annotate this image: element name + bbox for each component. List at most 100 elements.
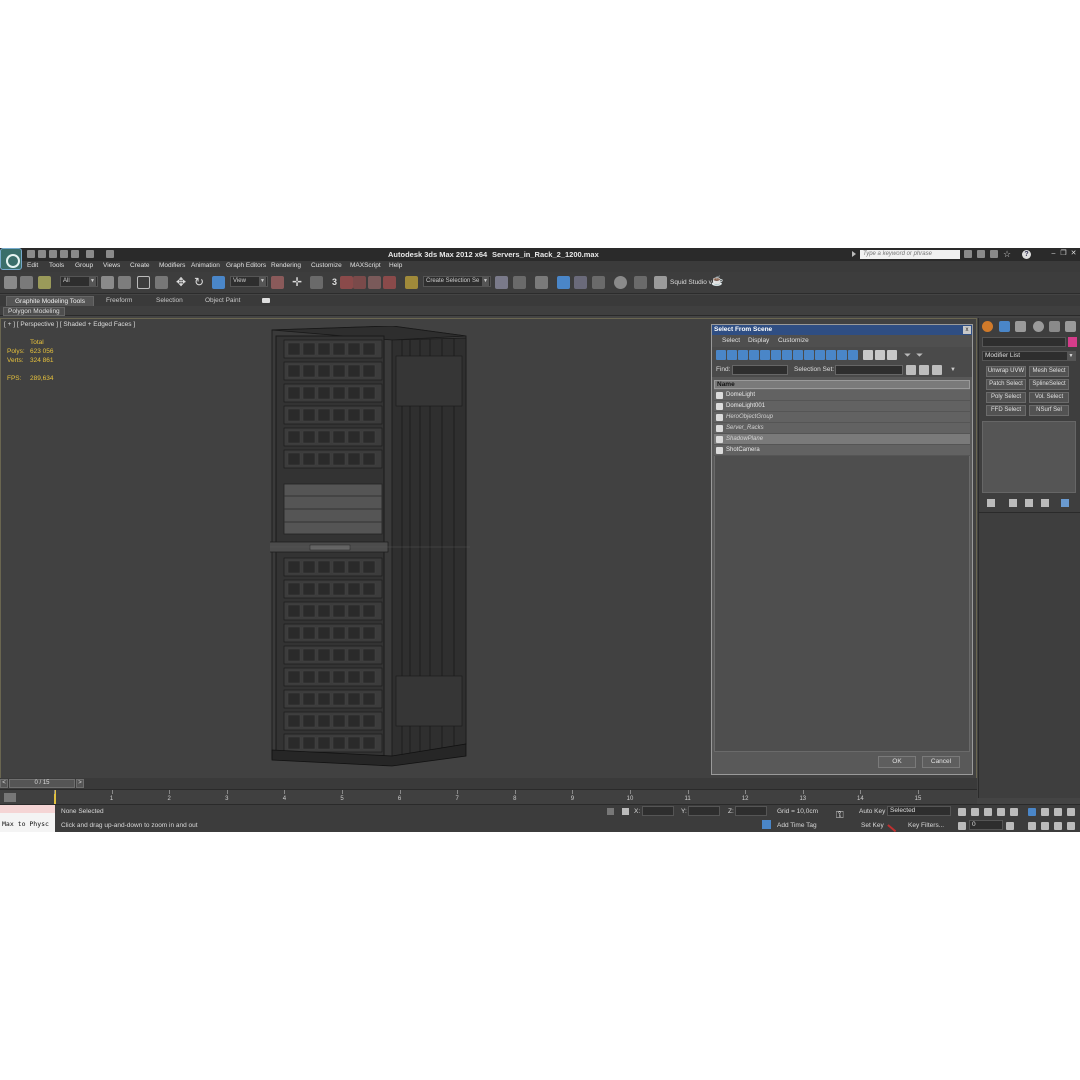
rectangular-selection-icon[interactable] xyxy=(137,276,150,289)
nsurf-sel-button[interactable]: NSurf Sel xyxy=(1029,405,1069,416)
auto-key-button[interactable]: Auto Key xyxy=(859,808,885,815)
dialog-title[interactable]: Select From Scene xyxy=(712,325,972,335)
time-tag-icon[interactable] xyxy=(762,820,771,829)
render-setup-icon[interactable] xyxy=(634,276,647,289)
help-search-input[interactable]: Type a keyword or phrase xyxy=(860,250,960,259)
name-column-header[interactable]: Name xyxy=(714,380,970,389)
tab-graphite-modeling-tools[interactable]: Graphite Modeling Tools xyxy=(6,296,94,306)
key-filters-button[interactable]: Key Filters... xyxy=(908,822,944,829)
scene-list-row[interactable]: DomeLight001 xyxy=(714,401,970,412)
prev-frame-icon[interactable] xyxy=(971,808,979,816)
display-xrefs-icon[interactable] xyxy=(793,350,803,360)
server-rack-model[interactable] xyxy=(270,326,470,768)
goto-end-icon[interactable] xyxy=(1010,808,1018,816)
layer-manager-icon[interactable] xyxy=(535,276,548,289)
pan-icon[interactable] xyxy=(1041,822,1049,830)
filter-options-icon[interactable]: ⏷ xyxy=(916,350,926,360)
display-containers-icon[interactable] xyxy=(815,350,825,360)
zoom-extents-icon[interactable] xyxy=(1054,808,1062,816)
search-expand-icon[interactable] xyxy=(852,251,856,257)
time-config-icon[interactable] xyxy=(1006,822,1014,830)
spinner-snap-icon[interactable] xyxy=(383,276,396,289)
select-manipulate-icon[interactable]: ✛ xyxy=(292,276,305,289)
move-icon[interactable]: ✥ xyxy=(176,276,189,289)
bind-space-warp-icon[interactable] xyxy=(38,276,51,289)
field-of-view-icon[interactable] xyxy=(1028,822,1036,830)
mini-curve-editor-icon[interactable] xyxy=(4,793,16,802)
display-bones-icon[interactable] xyxy=(804,350,814,360)
sort-options-icon[interactable] xyxy=(932,365,942,375)
close-icon[interactable]: ✕ xyxy=(1070,250,1077,257)
modifier-list-arrow-icon[interactable]: ▼ xyxy=(1067,352,1075,360)
remove-modifier-icon[interactable] xyxy=(1041,499,1049,507)
zoom-all-icon[interactable] xyxy=(1041,808,1049,816)
motion-tab-icon[interactable] xyxy=(1033,321,1044,332)
poly-select-button[interactable]: Poly Select xyxy=(986,392,1026,403)
scene-list-row[interactable]: ShadowPlane xyxy=(714,434,970,445)
hold-icon[interactable] xyxy=(60,250,68,258)
key-mode-dropdown[interactable]: Selected xyxy=(887,806,951,816)
configure-modifier-sets-icon[interactable] xyxy=(1061,499,1069,507)
pivot-center-icon[interactable] xyxy=(271,276,284,289)
menu-help[interactable]: Help xyxy=(389,262,402,269)
create-tab-icon[interactable] xyxy=(982,321,993,332)
key-filters-icon[interactable] xyxy=(887,818,901,832)
track-bar[interactable]: 1 2 3 4 5 6 7 8 9 10 11 12 13 14 15 xyxy=(0,789,977,805)
dialog-menu-display[interactable]: Display xyxy=(748,337,769,344)
snap-toggle-icon[interactable] xyxy=(340,276,353,289)
time-slider-prev[interactable]: < xyxy=(0,779,8,788)
time-slider-next[interactable]: > xyxy=(76,779,84,788)
make-unique-icon[interactable] xyxy=(1025,499,1033,507)
keyboard-shortcut-icon[interactable] xyxy=(310,276,323,289)
filter-icon[interactable]: ⏷ xyxy=(904,350,914,360)
unlink-icon[interactable] xyxy=(20,276,33,289)
modifier-stack[interactable] xyxy=(982,421,1076,493)
graphite-toggle-icon[interactable] xyxy=(557,276,570,289)
mirror-icon[interactable] xyxy=(495,276,508,289)
open-file-icon[interactable] xyxy=(38,250,46,258)
patch-select-button[interactable]: Patch Select xyxy=(986,379,1026,390)
current-frame-field[interactable]: 0 xyxy=(969,820,1003,830)
curve-editor-icon[interactable] xyxy=(574,276,587,289)
restore-icon[interactable]: ❐ xyxy=(1060,250,1067,257)
set-key-key-icon[interactable]: ⚿ xyxy=(836,811,850,821)
workspace-label[interactable]: Squid Studio v xyxy=(670,279,712,286)
scene-list-row[interactable]: ShotCamera xyxy=(714,445,970,456)
snap-toggle-label[interactable]: 3 xyxy=(332,277,337,287)
rotate-icon[interactable]: ↻ xyxy=(194,276,207,289)
maxscript-listener-text[interactable]: Max to Physc xyxy=(2,820,49,828)
modifier-list-dropdown[interactable]: Modifier List ▼ xyxy=(982,351,1076,361)
new-file-icon[interactable] xyxy=(27,250,35,258)
menu-customize[interactable]: Customize xyxy=(311,262,342,269)
object-name-field[interactable] xyxy=(982,337,1066,347)
favorites-star-icon[interactable]: ☆ xyxy=(1003,250,1011,259)
maxscript-mini-listener[interactable]: Max to Physc xyxy=(0,805,55,832)
teapot-render-icon[interactable]: ☕ xyxy=(711,276,724,289)
scale-icon[interactable] xyxy=(212,276,225,289)
y-coord-field[interactable] xyxy=(688,806,720,816)
rendered-frame-icon[interactable] xyxy=(654,276,667,289)
save-file-icon[interactable] xyxy=(49,250,57,258)
menu-create[interactable]: Create xyxy=(130,262,150,269)
ribbon-options-icon[interactable] xyxy=(262,298,270,303)
display-geometry-icon[interactable] xyxy=(716,350,726,360)
display-helpers-icon[interactable] xyxy=(760,350,770,360)
unwrap-uvw-button[interactable]: Unwrap UVW xyxy=(986,366,1026,377)
orbit-icon[interactable] xyxy=(1054,822,1062,830)
vol-select-button[interactable]: Vol. Select xyxy=(1029,392,1069,403)
select-object-icon[interactable] xyxy=(101,276,114,289)
dialog-close-icon[interactable]: x xyxy=(963,326,971,334)
ok-button[interactable]: OK xyxy=(878,756,916,768)
scene-list-row[interactable]: Server_Racks xyxy=(714,423,970,434)
maximize-viewport-icon[interactable] xyxy=(1067,822,1075,830)
scene-list-row[interactable]: HeroObjectGroup xyxy=(714,412,970,423)
menu-maxscript[interactable]: MAXScript xyxy=(350,262,381,269)
z-coord-field[interactable] xyxy=(735,806,767,816)
communication-icon[interactable] xyxy=(990,250,998,258)
next-frame-icon[interactable] xyxy=(997,808,1005,816)
project-folder-icon[interactable] xyxy=(106,250,114,258)
select-by-name-icon[interactable] xyxy=(118,276,131,289)
utilities-tab-icon[interactable] xyxy=(1065,321,1076,332)
display-cameras-icon[interactable] xyxy=(749,350,759,360)
selection-lock-icon[interactable] xyxy=(607,808,614,815)
